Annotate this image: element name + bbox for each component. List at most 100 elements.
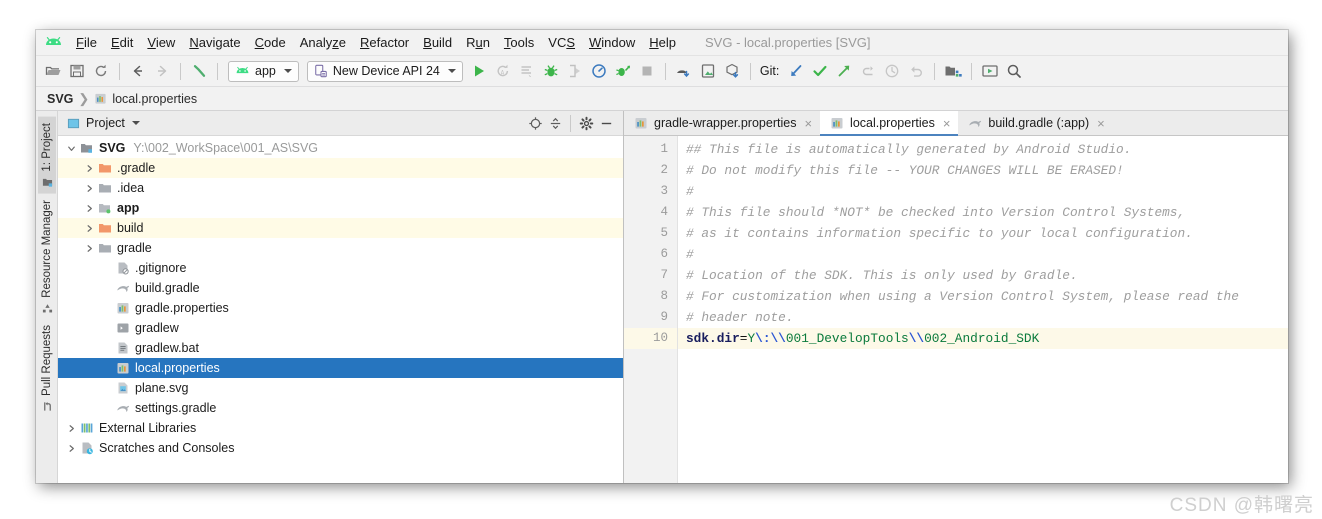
line-number: 7 xyxy=(660,268,668,282)
rail-tab-project[interactable]: 1: Project xyxy=(37,117,56,194)
menu-code[interactable]: Code xyxy=(248,32,293,53)
code-line[interactable]: # Location of the SDK. This is only used… xyxy=(678,265,1288,286)
sdk-manager-icon[interactable] xyxy=(673,60,695,82)
tree-item-idea[interactable]: .idea xyxy=(58,178,623,198)
editor-tab-gradle-wrapper-properties[interactable]: gradle-wrapper.properties × xyxy=(624,111,820,135)
menu-tools[interactable]: Tools xyxy=(497,32,541,53)
git-history-icon xyxy=(881,60,903,82)
tree-expand-arrow-icon[interactable] xyxy=(84,243,95,254)
close-icon[interactable]: × xyxy=(943,116,951,131)
tree-expand-arrow-icon[interactable] xyxy=(84,163,95,174)
menu-window-mnemonic: W xyxy=(589,35,602,50)
menu-run[interactable]: Run xyxy=(459,32,497,53)
profiler-icon[interactable] xyxy=(588,60,610,82)
rail-tab-pull-requests[interactable]: Pull Requests xyxy=(38,319,56,418)
run-with-coverage-icon[interactable] xyxy=(612,60,634,82)
resource-manager-icon xyxy=(41,302,53,313)
device-combo[interactable]: New Device API 24 xyxy=(306,60,463,82)
tree-item-gradlew-bat[interactable]: gradlew.bat xyxy=(58,338,623,358)
tree-item-path: Y:\002_WorkSpace\001_AS\SVG xyxy=(133,141,319,155)
code-line[interactable]: # xyxy=(678,244,1288,265)
code-line[interactable]: ## This file is automatically generated … xyxy=(678,139,1288,160)
editor-tab-build-gradle-app[interactable]: build.gradle (:app) × xyxy=(958,111,1112,135)
tree-item-build[interactable]: build xyxy=(58,218,623,238)
tree-item-plane-svg[interactable]: plane.svg xyxy=(58,378,623,398)
menu-build-mnemonic: B xyxy=(423,35,432,50)
tree-item-svg[interactable]: SVG Y:\002_WorkSpace\001_AS\SVG xyxy=(58,138,623,158)
code-line[interactable]: # For customization when using a Version… xyxy=(678,286,1288,307)
tree-expand-arrow-icon[interactable] xyxy=(84,203,95,214)
run-icon[interactable] xyxy=(468,60,490,82)
scratches-icon xyxy=(80,441,94,455)
tree-item-settings-gradle[interactable]: settings.gradle xyxy=(58,398,623,418)
back-arrow-icon[interactable] xyxy=(127,60,149,82)
debug-icon[interactable] xyxy=(540,60,562,82)
code-line[interactable]: # header note. xyxy=(678,307,1288,328)
collapse-all-icon[interactable] xyxy=(545,113,565,133)
menu-help[interactable]: Help xyxy=(642,32,683,53)
menu-analyze[interactable]: Analyze xyxy=(293,32,353,53)
menu-view[interactable]: View xyxy=(140,32,182,53)
gear-icon[interactable] xyxy=(576,113,596,133)
sync-icon[interactable] xyxy=(90,60,112,82)
editor-tab-local-properties[interactable]: local.properties × xyxy=(820,111,959,136)
module-combo[interactable]: app xyxy=(228,60,299,82)
tree-item-local-properties[interactable]: local.properties xyxy=(58,358,623,378)
avd-device-icon[interactable] xyxy=(979,60,1001,82)
scroll-from-source-icon[interactable] xyxy=(525,113,545,133)
build-hammer-icon[interactable] xyxy=(188,60,210,82)
tree-item-gitignore[interactable]: .gitignore xyxy=(58,258,623,278)
tree-expand-arrow-icon[interactable] xyxy=(84,183,95,194)
project-tree[interactable]: SVG Y:\002_WorkSpace\001_AS\SVG .gradle .id… xyxy=(58,136,623,483)
breadcrumb-root[interactable]: SVG xyxy=(47,92,73,106)
tree-item-build-gradle[interactable]: build.gradle xyxy=(58,278,623,298)
rail-tab-resource-manager[interactable]: Resource Manager xyxy=(38,194,56,320)
code-line[interactable]: sdk.dir=Y\:\\001_DevelopTools\\002_Andro… xyxy=(678,328,1288,349)
code-line[interactable]: # xyxy=(678,181,1288,202)
project-structure-icon[interactable] xyxy=(942,60,964,82)
tree-item-scratches-and-consoles[interactable]: Scratches and Consoles xyxy=(58,438,623,458)
menu-file[interactable]: File xyxy=(69,32,104,53)
avd-manager-icon[interactable] xyxy=(697,60,719,82)
tree-expand-arrow-icon[interactable] xyxy=(66,443,77,454)
code-editor[interactable]: 1 2 3 4 5 6 7 8 9 10 ## This file is automaticall… xyxy=(624,136,1288,483)
tree-expand-arrow-icon[interactable] xyxy=(66,423,77,434)
tree-expand-arrow-icon[interactable] xyxy=(66,143,77,154)
menu-edit[interactable]: Edit xyxy=(104,32,140,53)
open-folder-icon[interactable] xyxy=(42,60,64,82)
tree-item-gradle[interactable]: .gradle xyxy=(58,158,623,178)
tree-item-gradle-properties[interactable]: gradle.properties xyxy=(58,298,623,318)
code-line[interactable]: # as it contains information specific to… xyxy=(678,223,1288,244)
toolbar-separator-6 xyxy=(934,62,936,80)
chevron-down-icon-3[interactable] xyxy=(131,121,140,125)
tree-item-app[interactable]: app xyxy=(58,198,623,218)
tree-item-gradlew[interactable]: gradlew xyxy=(58,318,623,338)
toolbar-separator-2 xyxy=(180,62,181,80)
breadcrumb-file[interactable]: local.properties xyxy=(112,92,197,106)
tree-item-external-libraries[interactable]: External Libraries xyxy=(58,418,623,438)
code-line[interactable]: # Do not modify this file -- YOUR CHANGE… xyxy=(678,160,1288,181)
menu-refactor[interactable]: Refactor xyxy=(353,32,416,53)
code-lines[interactable]: ## This file is automatically generated … xyxy=(678,136,1288,483)
menu-window[interactable]: Window xyxy=(582,32,642,53)
tree-item-label: .gradle xyxy=(117,161,156,175)
save-icon[interactable] xyxy=(66,60,88,82)
code-comment: # Location of the SDK. This is only used… xyxy=(686,268,1078,283)
main-toolbar: app New Device API 24 A Git: xyxy=(36,56,1288,87)
git-commit-icon[interactable] xyxy=(809,60,831,82)
close-icon[interactable]: × xyxy=(804,116,812,131)
menu-build[interactable]: Build xyxy=(416,32,459,53)
menu-vcs[interactable]: VCS xyxy=(541,32,582,53)
menu-navigate[interactable]: Navigate xyxy=(182,32,247,53)
git-push-icon[interactable] xyxy=(833,60,855,82)
tree-item-gradle[interactable]: gradle xyxy=(58,238,623,258)
hide-panel-icon[interactable] xyxy=(596,113,616,133)
git-update-icon[interactable] xyxy=(785,60,807,82)
menu-run-mnemonic: u xyxy=(475,35,483,50)
tree-expand-arrow-icon[interactable] xyxy=(84,223,95,234)
close-icon[interactable]: × xyxy=(1097,116,1105,131)
code-line[interactable]: # This file should *NOT* be checked into… xyxy=(678,202,1288,223)
bat-file-icon xyxy=(116,341,130,355)
sync-gradle-icon[interactable] xyxy=(721,60,743,82)
search-icon[interactable] xyxy=(1003,60,1025,82)
